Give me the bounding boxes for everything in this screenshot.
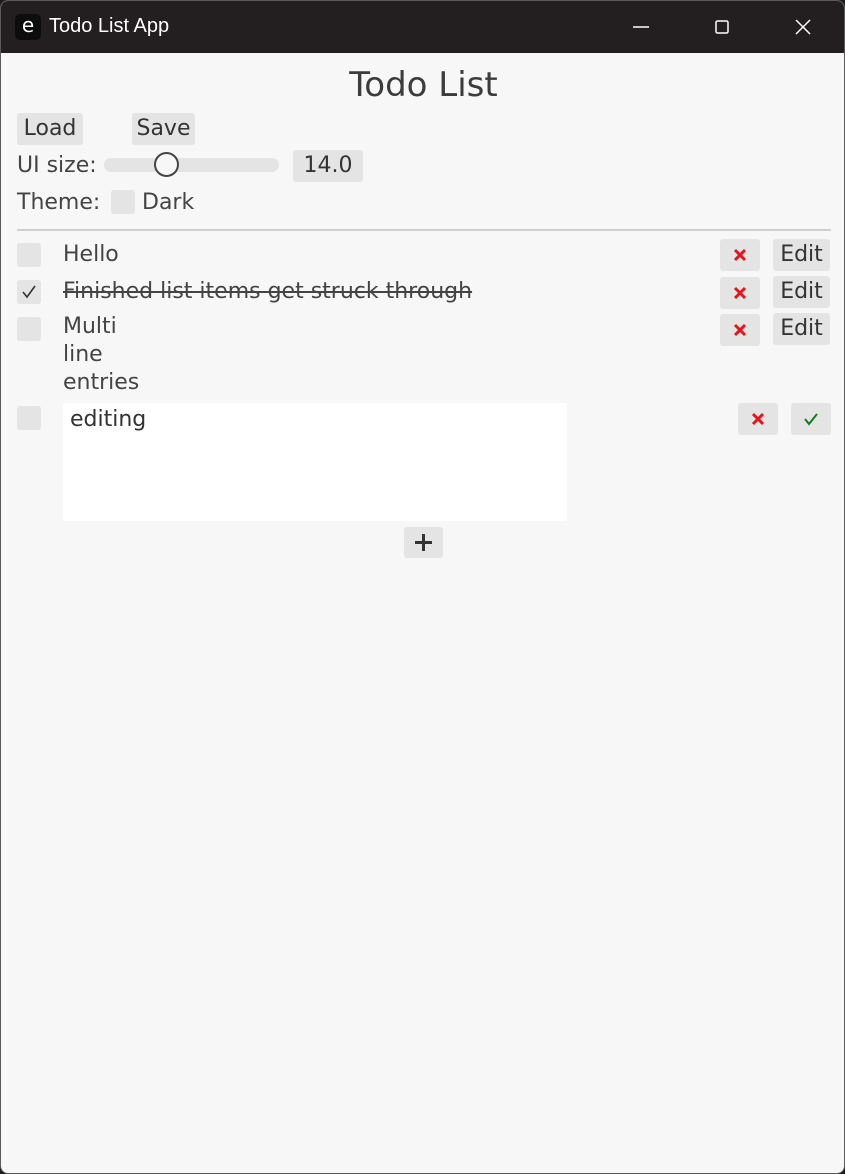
maximize-button[interactable] [682,1,762,53]
todo-checkbox-checked[interactable] [17,280,41,304]
edit-button[interactable]: Edit [773,313,830,345]
edit-button[interactable]: Edit [773,239,830,271]
ui-size-slider[interactable] [104,158,279,172]
checkmark-icon [22,285,36,299]
add-item-button[interactable] [404,527,443,558]
confirm-edit-button[interactable] [791,403,831,435]
load-button[interactable]: Load [17,113,83,145]
maximize-icon [715,20,729,34]
edit-button[interactable]: Edit [773,276,830,308]
app-window: e Todo List App Todo List Load Save UI s… [0,0,845,1174]
minimize-icon [633,26,649,28]
slider-handle[interactable] [153,152,179,177]
app-icon: e [15,14,41,40]
cross-icon [733,323,747,337]
close-icon [795,19,811,35]
todo-item-text: Finished list items get struck through [63,279,473,304]
todo-checkbox[interactable] [17,406,41,430]
dark-theme-checkbox[interactable] [111,190,135,214]
divider [17,229,831,231]
edit-textarea[interactable]: editing [63,403,567,521]
delete-button[interactable] [720,277,760,309]
ui-size-label: UI size: [17,153,97,178]
cross-icon [733,286,747,300]
page-title: Todo List [349,65,498,105]
delete-button[interactable] [720,314,760,346]
title-bar[interactable]: e Todo List App [1,1,844,53]
todo-checkbox[interactable] [17,317,41,341]
todo-item-text: Hello [63,242,119,267]
save-button[interactable]: Save [132,113,195,145]
close-window-button[interactable] [763,1,843,53]
window-title: Todo List App [49,15,170,37]
checkmark-icon [804,413,818,426]
todo-checkbox[interactable] [17,243,41,267]
todo-item-text: Multi line entries [63,314,140,395]
cross-icon [751,412,765,426]
dark-theme-label: Dark [142,190,195,215]
minimize-button[interactable] [601,1,681,53]
plus-icon [415,534,432,551]
cancel-edit-button[interactable] [738,403,778,435]
cross-icon [733,248,747,262]
ui-size-value[interactable]: 14.0 [293,150,363,182]
delete-button[interactable] [720,239,760,271]
theme-label: Theme: [17,190,101,215]
